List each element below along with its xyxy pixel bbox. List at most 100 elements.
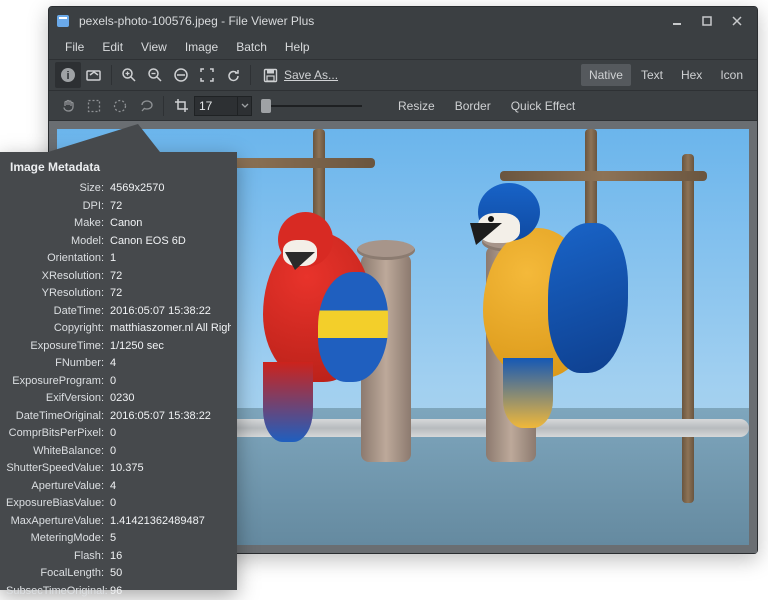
metadata-value: 5 xyxy=(110,530,231,548)
separator xyxy=(163,96,164,116)
reload-button[interactable] xyxy=(220,62,246,88)
save-as-button[interactable]: Save As... xyxy=(255,62,346,88)
popover-arrow xyxy=(48,124,160,152)
open-button[interactable] xyxy=(81,62,107,88)
info-button[interactable]: i xyxy=(55,62,81,88)
quick-effect-button[interactable]: Quick Effect xyxy=(501,95,585,117)
window-title: pexels-photo-100576.jpeg - File Viewer P… xyxy=(79,14,663,28)
metadata-list: Size4569x2570DPI72MakeCanonModelCanon EO… xyxy=(6,180,231,600)
metadata-label: DateTimeOriginal xyxy=(6,408,110,426)
zoom-dropdown[interactable] xyxy=(238,96,252,116)
metadata-row: Size4569x2570 xyxy=(6,180,231,198)
metadata-row: DPI72 xyxy=(6,198,231,216)
metadata-label: WhiteBalance xyxy=(6,443,110,461)
zoom-input[interactable] xyxy=(194,96,238,116)
metadata-value: 0 xyxy=(110,425,231,443)
slider-thumb[interactable] xyxy=(261,99,271,113)
separator xyxy=(111,65,112,85)
metadata-label: ExifVersion xyxy=(6,390,110,408)
zoom-out-button[interactable] xyxy=(142,62,168,88)
menu-batch[interactable]: Batch xyxy=(228,37,275,57)
metadata-value: 16 xyxy=(110,548,231,566)
metadata-label: FNumber xyxy=(6,355,110,373)
zoom-actual-button[interactable] xyxy=(168,62,194,88)
metadata-label: DPI xyxy=(6,198,110,216)
window-controls xyxy=(663,11,751,31)
metadata-row: ExposureProgram0 xyxy=(6,373,231,391)
metadata-label: Size xyxy=(6,180,110,198)
metadata-value: 50 xyxy=(110,565,231,583)
metadata-label: FocalLength xyxy=(6,565,110,583)
svg-text:i: i xyxy=(66,70,69,82)
metadata-row: SubsecTimeOriginal96 xyxy=(6,583,231,600)
metadata-value: 0 xyxy=(110,373,231,391)
metadata-row: ComprBitsPerPixel0 xyxy=(6,425,231,443)
metadata-row: ExifVersion0230 xyxy=(6,390,231,408)
metadata-label: Orientation xyxy=(6,250,110,268)
close-button[interactable] xyxy=(723,11,751,31)
metadata-row: ExposureTime1/1250 sec xyxy=(6,338,231,356)
metadata-label: ShutterSpeedValue xyxy=(6,460,110,478)
crop-tool-icon[interactable] xyxy=(168,93,194,119)
metadata-label: ExposureBiasValue xyxy=(6,495,110,513)
ellipse-tool-icon[interactable] xyxy=(107,93,133,119)
fullscreen-button[interactable] xyxy=(194,62,220,88)
metadata-title: Image Metadata xyxy=(10,160,231,174)
metadata-value: matthiaszomer.nl All Rights Res xyxy=(110,320,231,338)
menu-image[interactable]: Image xyxy=(177,37,226,57)
metadata-row: FocalLength50 xyxy=(6,565,231,583)
titlebar: pexels-photo-100576.jpeg - File Viewer P… xyxy=(49,7,757,35)
metadata-row: ShutterSpeedValue10.375 xyxy=(6,460,231,478)
metadata-row: WhiteBalance0 xyxy=(6,443,231,461)
metadata-label: Model xyxy=(6,233,110,251)
metadata-row: ExposureBiasValue0 xyxy=(6,495,231,513)
menu-help[interactable]: Help xyxy=(277,37,318,57)
metadata-value: 10.375 xyxy=(110,460,231,478)
menu-view[interactable]: View xyxy=(133,37,175,57)
metadata-row: DateTime2016:05:07 15:38:22 xyxy=(6,303,231,321)
metadata-value: 72 xyxy=(110,198,231,216)
metadata-label: ExposureTime xyxy=(6,338,110,356)
metadata-value: 1.41421362489487 xyxy=(110,513,231,531)
metadata-label: ExposureProgram xyxy=(6,373,110,391)
hand-tool-icon[interactable] xyxy=(55,93,81,119)
menu-file[interactable]: File xyxy=(57,37,92,57)
separator xyxy=(250,65,251,85)
metadata-value: Canon xyxy=(110,215,231,233)
minimize-button[interactable] xyxy=(663,11,691,31)
metadata-label: Flash xyxy=(6,548,110,566)
save-icon xyxy=(263,68,278,83)
metadata-label: ComprBitsPerPixel xyxy=(6,425,110,443)
metadata-value: 0 xyxy=(110,443,231,461)
metadata-row: ModelCanon EOS 6D xyxy=(6,233,231,251)
metadata-row: XResolution72 xyxy=(6,268,231,286)
tab-native[interactable]: Native xyxy=(581,64,631,86)
metadata-row: FNumber4 xyxy=(6,355,231,373)
border-button[interactable]: Border xyxy=(445,95,501,117)
toolbar-secondary: Resize Border Quick Effect xyxy=(49,91,757,121)
metadata-label: ApertureValue xyxy=(6,478,110,496)
metadata-label: XResolution xyxy=(6,268,110,286)
metadata-value: 4 xyxy=(110,355,231,373)
slider-track xyxy=(262,105,362,107)
tab-hex[interactable]: Hex xyxy=(673,64,710,86)
maximize-button[interactable] xyxy=(693,11,721,31)
metadata-row: DateTimeOriginal2016:05:07 15:38:22 xyxy=(6,408,231,426)
metadata-label: DateTime xyxy=(6,303,110,321)
zoom-slider[interactable] xyxy=(262,96,362,116)
metadata-value: 4569x2570 xyxy=(110,180,231,198)
zoom-in-button[interactable] xyxy=(116,62,142,88)
resize-button[interactable]: Resize xyxy=(388,95,445,117)
tab-text[interactable]: Text xyxy=(633,64,671,86)
tab-icon[interactable]: Icon xyxy=(712,64,751,86)
chevron-down-icon xyxy=(241,103,249,109)
metadata-value: 2016:05:07 15:38:22 xyxy=(110,303,231,321)
metadata-value: 4 xyxy=(110,478,231,496)
menu-edit[interactable]: Edit xyxy=(94,37,131,57)
marquee-tool-icon[interactable] xyxy=(81,93,107,119)
lasso-tool-icon[interactable] xyxy=(133,93,159,119)
app-icon xyxy=(55,13,71,29)
metadata-label: Make xyxy=(6,215,110,233)
metadata-value: 1/1250 sec xyxy=(110,338,231,356)
metadata-value: 96 xyxy=(110,583,231,600)
